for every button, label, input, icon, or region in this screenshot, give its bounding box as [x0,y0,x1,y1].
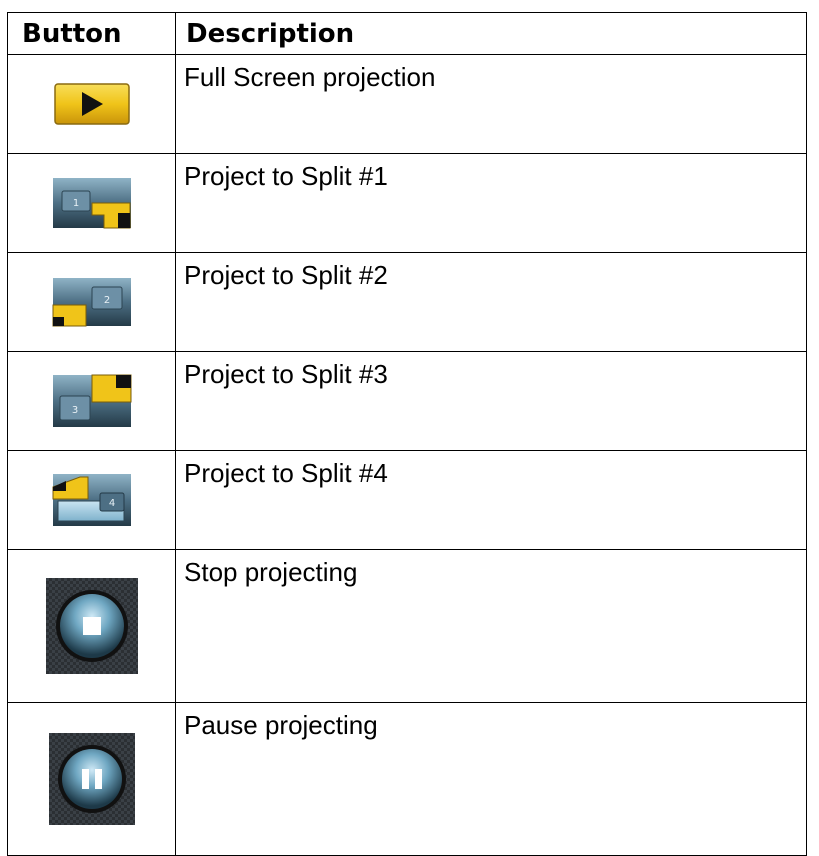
table-row: Stop projecting [7,549,807,703]
button-cell: 3 [7,351,176,451]
split-label: 4 [108,498,114,509]
button-cell [7,54,176,154]
button-cell [7,702,176,856]
table-row: 1 Project to Split #1 [7,153,807,253]
table-row: 2 Project to Split #2 [7,252,807,352]
split-4-icon[interactable]: 4 [52,473,132,527]
description-cell: Project to Split #1 [175,153,807,253]
table-row: Pause projecting [7,702,807,856]
split-1-icon[interactable]: 1 [52,177,132,229]
description-cell: Project to Split #3 [175,351,807,451]
table-row: 4 Project to Split #4 [7,450,807,550]
document: Button Description Full Screen projectio… [7,12,807,856]
pause-icon[interactable] [48,733,135,825]
table-row: Full Screen projection [7,54,807,154]
split-label: 2 [103,295,109,306]
description-cell: Full Screen projection [175,54,807,154]
table-row: 3 Project to Split #3 [7,351,807,451]
description-cell: Stop projecting [175,549,807,703]
button-cell: 2 [7,252,176,352]
description-cell: Project to Split #2 [175,252,807,352]
header-description: Description [175,12,807,55]
description-cell: Project to Split #4 [175,450,807,550]
button-cell [7,549,176,703]
stop-icon[interactable] [45,578,138,674]
button-description-table: Button Description Full Screen projectio… [7,12,807,856]
split-3-icon[interactable]: 3 [52,374,132,428]
play-icon[interactable] [53,83,130,125]
button-cell: 4 [7,450,176,550]
split-2-icon[interactable]: 2 [52,277,132,327]
header-button: Button [7,12,176,55]
description-cell: Pause projecting [175,702,807,856]
button-cell: 1 [7,153,176,253]
split-label: 1 [72,198,78,209]
split-label: 3 [71,405,77,416]
table-header-row: Button Description [7,12,807,55]
